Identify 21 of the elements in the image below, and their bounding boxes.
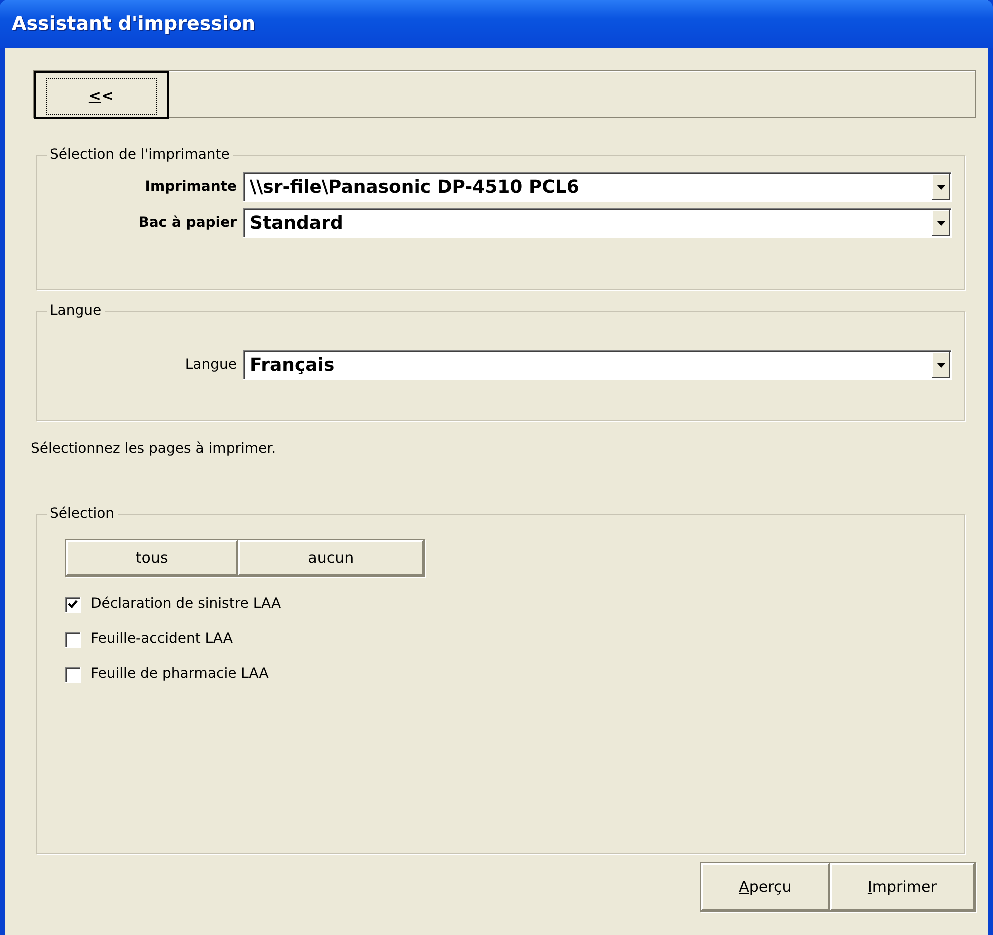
back-button[interactable]: << <box>34 71 169 119</box>
instruction-text: Sélectionnez les pages à imprimer. <box>31 440 278 459</box>
window-title: Assistant d'impression <box>12 12 256 37</box>
checkbox-label: Feuille de pharmacie LAA <box>91 665 269 684</box>
checkbox[interactable] <box>65 596 81 612</box>
checkbox[interactable] <box>65 666 81 682</box>
checkbox-label: Feuille-accident LAA <box>91 630 233 649</box>
checkbox[interactable] <box>65 632 81 648</box>
dropdown-field[interactable]: \\sr-file\Panasonic DP-4510 PCL6 <box>243 172 952 202</box>
dropdown-field[interactable]: Standard <box>243 208 952 238</box>
dropdown-field[interactable]: Français <box>243 350 952 380</box>
field-label: Bac à papier <box>138 214 237 232</box>
select-button[interactable]: tous <box>66 540 238 576</box>
checkbox-label: Déclaration de sinistre LAA <box>91 595 282 614</box>
select-button[interactable]: aucun <box>238 540 424 576</box>
action-button[interactable]: Aperçu <box>701 863 830 911</box>
group-title: Sélection de l'imprimante <box>47 146 233 164</box>
field-label: Langue <box>184 356 237 374</box>
action-button[interactable]: Imprimer <box>830 863 975 911</box>
field-label: Imprimante <box>144 178 237 196</box>
group-title: Langue <box>47 302 105 320</box>
